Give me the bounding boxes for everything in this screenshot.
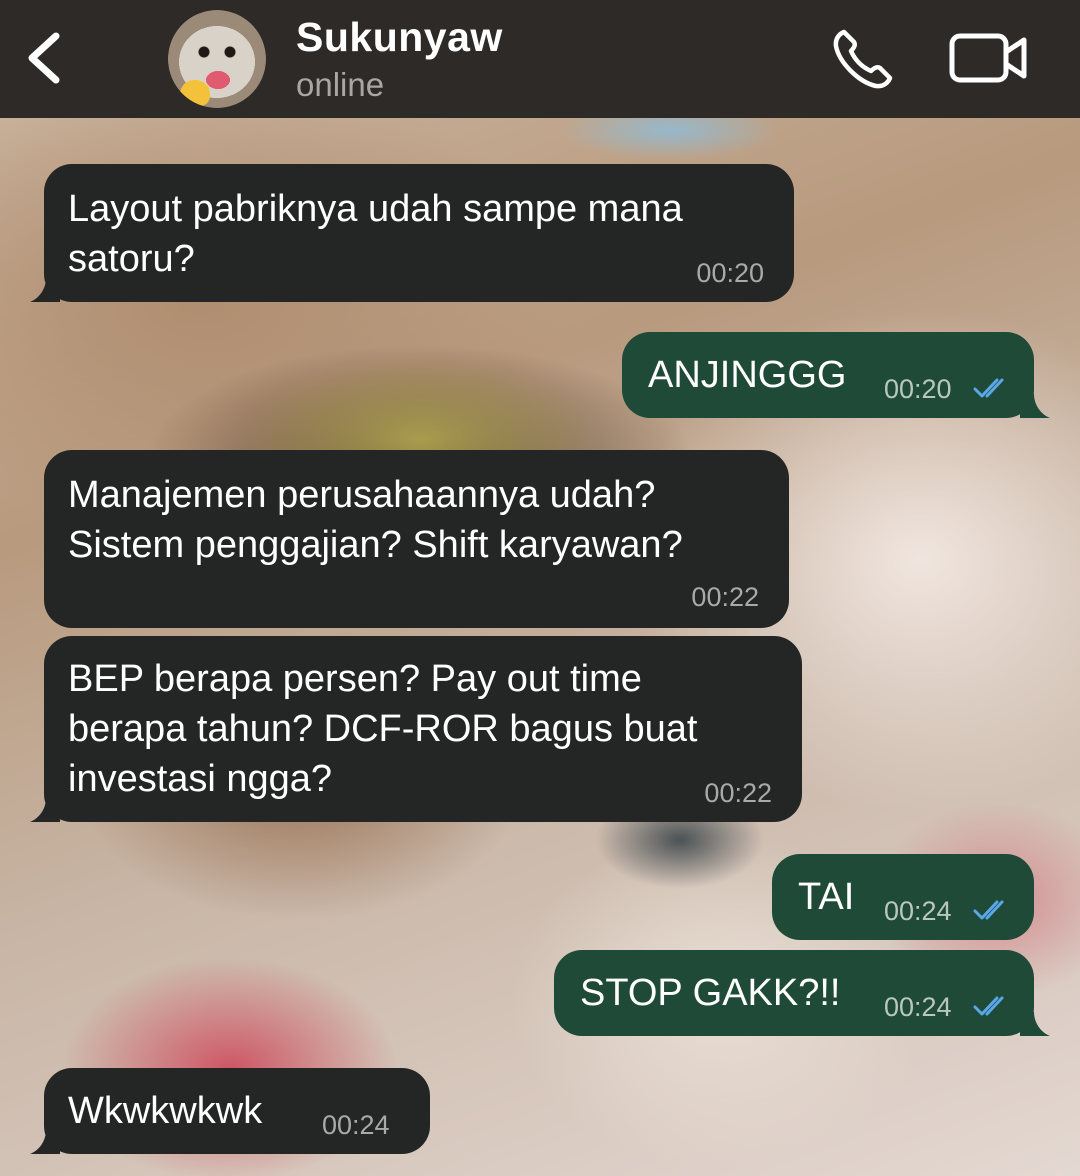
chevron-left-icon — [28, 32, 60, 84]
chat-header: Sukunyaw online — [0, 0, 1080, 118]
double-check-icon — [973, 900, 1004, 920]
bubble-tail — [1020, 394, 1050, 418]
incoming-message[interactable]: Wkwkwkwk 00:24 — [30, 1068, 430, 1154]
bubble-tail — [30, 1130, 60, 1154]
video-camera-icon — [949, 33, 1027, 83]
message-time: 00:24 — [322, 1110, 390, 1140]
contact-avatar[interactable] — [168, 10, 266, 108]
message-time: 00:20 — [696, 258, 764, 288]
message-time: 00:22 — [691, 582, 759, 612]
message-time: 00:22 — [704, 778, 772, 808]
double-check-icon — [973, 996, 1004, 1016]
message-time: 00:24 — [884, 992, 952, 1022]
message-time: 00:20 — [884, 374, 952, 404]
outgoing-message[interactable]: ANJINGGG 00:20 — [622, 332, 1050, 418]
video-call-button[interactable] — [948, 30, 1030, 86]
outgoing-message[interactable]: STOP GAKK?!! 00:24 — [554, 950, 1050, 1036]
bubble-tail — [30, 798, 60, 822]
thumbs-up-emoji — [180, 80, 210, 106]
incoming-message[interactable]: Layout pabriknya udah sampe mana satoru?… — [30, 164, 794, 302]
outgoing-message[interactable]: TAI 00:24 — [772, 854, 1034, 940]
incoming-message[interactable]: BEP berapa persen? Pay out time berapa t… — [30, 636, 802, 822]
message-text: Manajemen perusahaannya udah? Sistem pen… — [68, 474, 683, 566]
incoming-message[interactable]: Manajemen perusahaannya udah? Sistem pen… — [44, 450, 789, 628]
contact-status: online — [296, 66, 385, 103]
phone-icon — [833, 29, 893, 89]
double-check-icon — [973, 378, 1004, 398]
message-text: BEP berapa persen? Pay out time berapa t… — [68, 658, 698, 800]
bubble-tail — [30, 278, 60, 302]
message-text: Layout pabriknya udah sampe mana satoru? — [68, 188, 683, 280]
back-button[interactable] — [22, 28, 72, 88]
bubble-tail — [1020, 1012, 1050, 1036]
message-text: ANJINGGG — [648, 354, 847, 396]
contact-name[interactable]: Sukunyaw — [296, 14, 503, 61]
message-time: 00:24 — [884, 896, 952, 926]
voice-call-button[interactable] — [830, 26, 896, 92]
